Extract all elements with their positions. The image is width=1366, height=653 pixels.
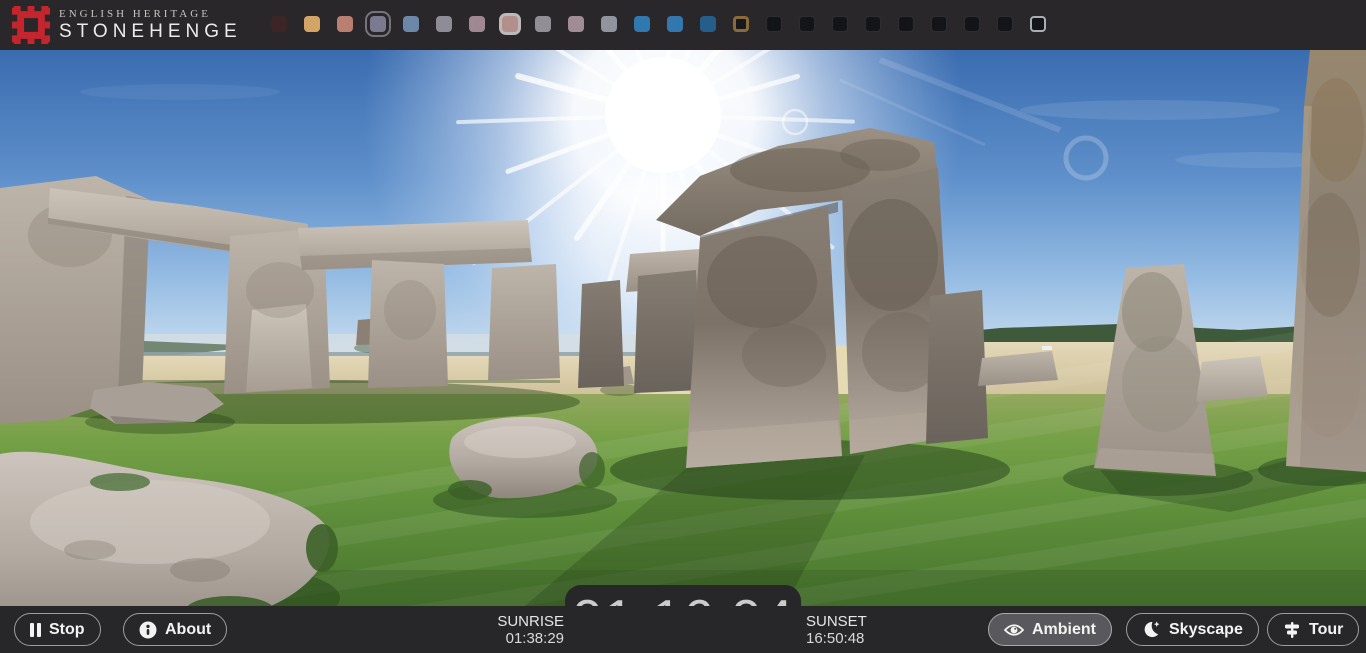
bottom-bar: Stop About SUNRISE 01:38:29 SUNSET 16:50… (0, 606, 1366, 653)
ambient-label: Ambient (1032, 621, 1096, 639)
time-swatch-21[interactable] (964, 16, 980, 32)
time-swatch-bar (271, 16, 1046, 32)
distant-vehicle (1042, 346, 1052, 350)
time-swatch-6[interactable] (469, 16, 485, 32)
central-trilithon (656, 128, 988, 468)
eye-icon (1004, 623, 1024, 637)
header: ENGLISH HERITAGE STONEHENGE (0, 0, 1366, 50)
brand-text: ENGLISH HERITAGE STONEHENGE (59, 8, 242, 43)
time-swatch-0[interactable] (271, 16, 287, 32)
moon-icon (1142, 620, 1161, 639)
info-icon (139, 621, 157, 639)
time-swatch-20[interactable] (931, 16, 947, 32)
stonehenge-panorama[interactable] (0, 50, 1366, 653)
time-swatch-16[interactable] (799, 16, 815, 32)
time-swatch-19[interactable] (898, 16, 914, 32)
time-swatch-3[interactable] (370, 16, 386, 32)
time-swatch-9[interactable] (568, 16, 584, 32)
time-swatch-10[interactable] (601, 16, 617, 32)
skyscape-label: Skyscape (1169, 621, 1243, 639)
brand-english-heritage: ENGLISH HERITAGE (59, 8, 242, 21)
sunset-time: 16:50:48 (806, 630, 867, 647)
stop-button[interactable]: Stop (14, 613, 101, 646)
time-swatch-12[interactable] (667, 16, 683, 32)
sunrise-time: 01:38:29 (497, 630, 564, 647)
tour-label: Tour (1309, 621, 1343, 639)
brand-stonehenge: STONEHENGE (59, 21, 242, 43)
ambient-button[interactable]: Ambient (988, 613, 1112, 646)
sunrise-label: SUNRISE (497, 613, 564, 630)
time-swatch-15[interactable] (766, 16, 782, 32)
skyscape-app: ENGLISH HERITAGE STONEHENGE (0, 0, 1366, 653)
pause-icon (30, 623, 41, 637)
time-swatch-11[interactable] (634, 16, 650, 32)
stop-label: Stop (49, 621, 85, 639)
time-swatch-23[interactable] (1030, 16, 1046, 32)
brand: ENGLISH HERITAGE STONEHENGE (12, 6, 242, 44)
sunset-label: SUNSET (806, 613, 867, 630)
time-swatch-2[interactable] (337, 16, 353, 32)
time-swatch-13[interactable] (700, 16, 716, 32)
time-swatch-18[interactable] (865, 16, 881, 32)
about-button[interactable]: About (123, 613, 227, 646)
skyscape-button[interactable]: Skyscape (1126, 613, 1259, 646)
time-swatch-17[interactable] (832, 16, 848, 32)
time-swatch-4[interactable] (403, 16, 419, 32)
english-heritage-logo-icon (12, 6, 50, 44)
tour-button[interactable]: Tour (1267, 613, 1359, 646)
sunrise-info: SUNRISE 01:38:29 (497, 613, 564, 647)
sunset-info: SUNSET 16:50:48 (806, 613, 867, 647)
time-swatch-8[interactable] (535, 16, 551, 32)
about-label: About (165, 621, 211, 639)
time-swatch-22[interactable] (997, 16, 1013, 32)
time-swatch-1[interactable] (304, 16, 320, 32)
signpost-icon (1283, 621, 1301, 639)
time-swatch-7[interactable] (502, 16, 518, 32)
time-swatch-14[interactable] (733, 16, 749, 32)
panorama-scene (0, 50, 1366, 653)
time-swatch-5[interactable] (436, 16, 452, 32)
